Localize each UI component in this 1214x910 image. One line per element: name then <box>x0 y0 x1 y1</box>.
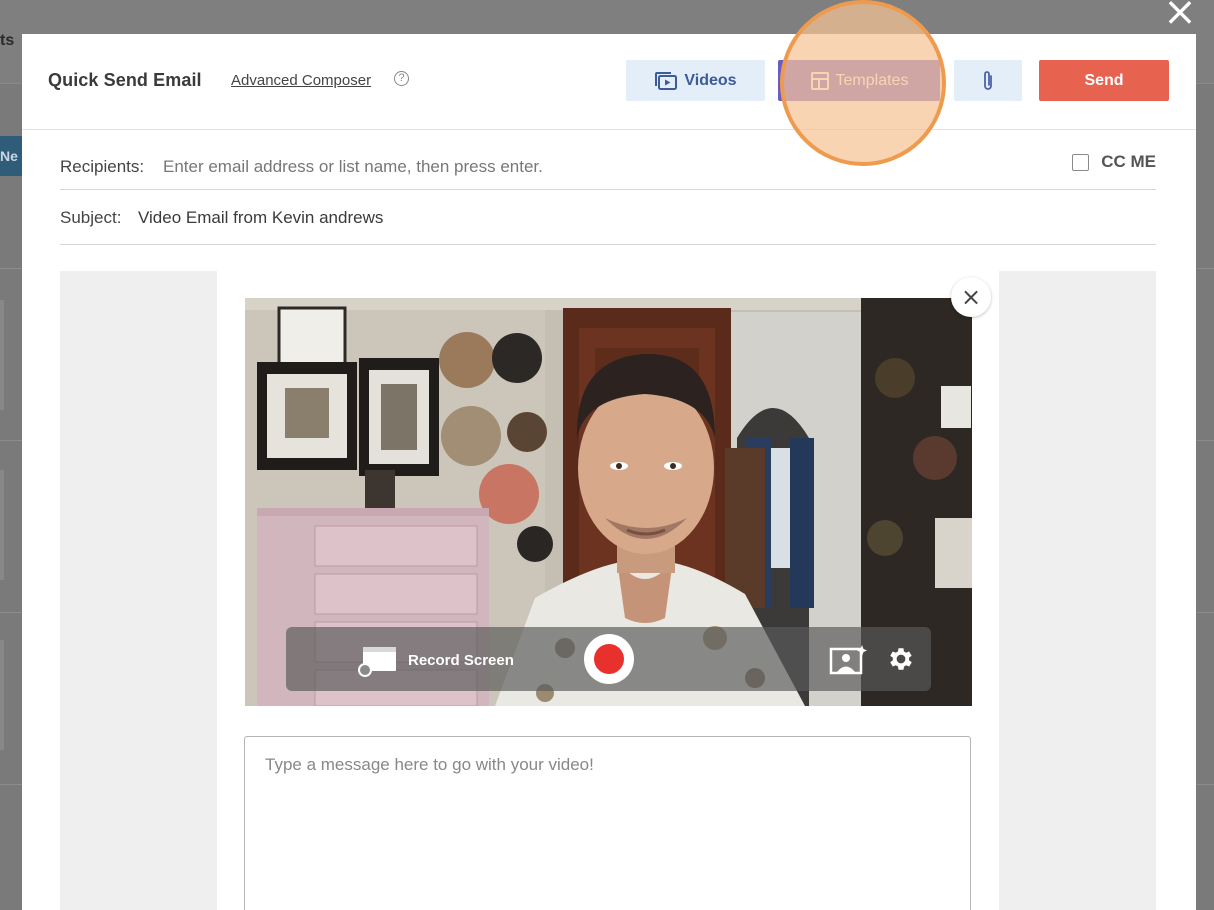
gear-icon[interactable] <box>886 644 916 674</box>
subject-value[interactable]: Video Email from Kevin andrews <box>138 208 383 228</box>
subject-label: Subject: <box>60 208 122 227</box>
modal-header: Quick Send Email Advanced Composer ? Vid… <box>22 34 1196 130</box>
background-row-divider <box>0 268 24 269</box>
cc-me-label: CC ME <box>1101 152 1156 171</box>
close-video-icon[interactable]: × <box>951 277 991 317</box>
modal-title: Quick Send Email <box>48 70 202 90</box>
subject-row: Subject: Video Email from Kevin andrews <box>60 191 1156 245</box>
recipients-row: Recipients: CC ME <box>60 140 1156 190</box>
template-layout-icon <box>810 71 829 90</box>
background-row-divider <box>0 440 24 441</box>
message-textarea[interactable] <box>244 736 971 910</box>
quick-send-email-modal: Quick Send Email Advanced Composer ? Vid… <box>22 34 1196 910</box>
background-row-divider <box>1194 612 1214 613</box>
background-new-button: Ne <box>0 136 24 176</box>
recipients-input[interactable] <box>163 154 963 180</box>
background-row-divider <box>1194 268 1214 269</box>
attach-button[interactable] <box>954 60 1022 101</box>
record-screen-label: Record Screen <box>408 651 514 669</box>
paperclip-icon <box>984 70 992 90</box>
close-icon[interactable]: × <box>1162 0 1198 32</box>
record-button[interactable] <box>584 634 634 684</box>
background-row-block <box>0 470 4 580</box>
help-icon[interactable]: ? <box>394 71 409 86</box>
advanced-composer-link[interactable]: Advanced Composer <box>231 72 371 89</box>
screen-record-icon <box>358 647 396 677</box>
templates-button-label: Templates <box>835 71 909 89</box>
record-dot <box>594 644 624 674</box>
email-body-area: Record Screen × <box>60 271 1156 910</box>
background-row-block <box>0 640 4 750</box>
record-screen-button[interactable]: Record Screen <box>358 643 514 677</box>
cc-me-option: CC ME <box>1072 152 1156 172</box>
email-body-content: Record Screen × <box>217 271 999 910</box>
videos-button[interactable]: Videos <box>626 60 765 101</box>
cc-me-checkbox[interactable] <box>1072 153 1090 171</box>
webcam-video-preview: Record Screen <box>245 298 972 706</box>
send-button-label: Send <box>1084 71 1124 89</box>
send-button[interactable]: Send <box>1039 60 1169 101</box>
background-row-divider <box>1194 784 1214 785</box>
background-effects-icon[interactable] <box>829 643 869 675</box>
background-row-divider <box>0 784 24 785</box>
videos-button-label: Videos <box>684 71 737 89</box>
recipients-label: Recipients: <box>60 157 145 176</box>
templates-button[interactable]: Templates <box>778 60 940 101</box>
background-row-divider <box>0 612 24 613</box>
background-tab-text: ts <box>0 32 15 49</box>
video-library-icon <box>655 71 678 90</box>
background-row-divider <box>1194 440 1214 441</box>
video-controls-bar: Record Screen <box>286 627 931 691</box>
background-row-block <box>0 300 4 410</box>
